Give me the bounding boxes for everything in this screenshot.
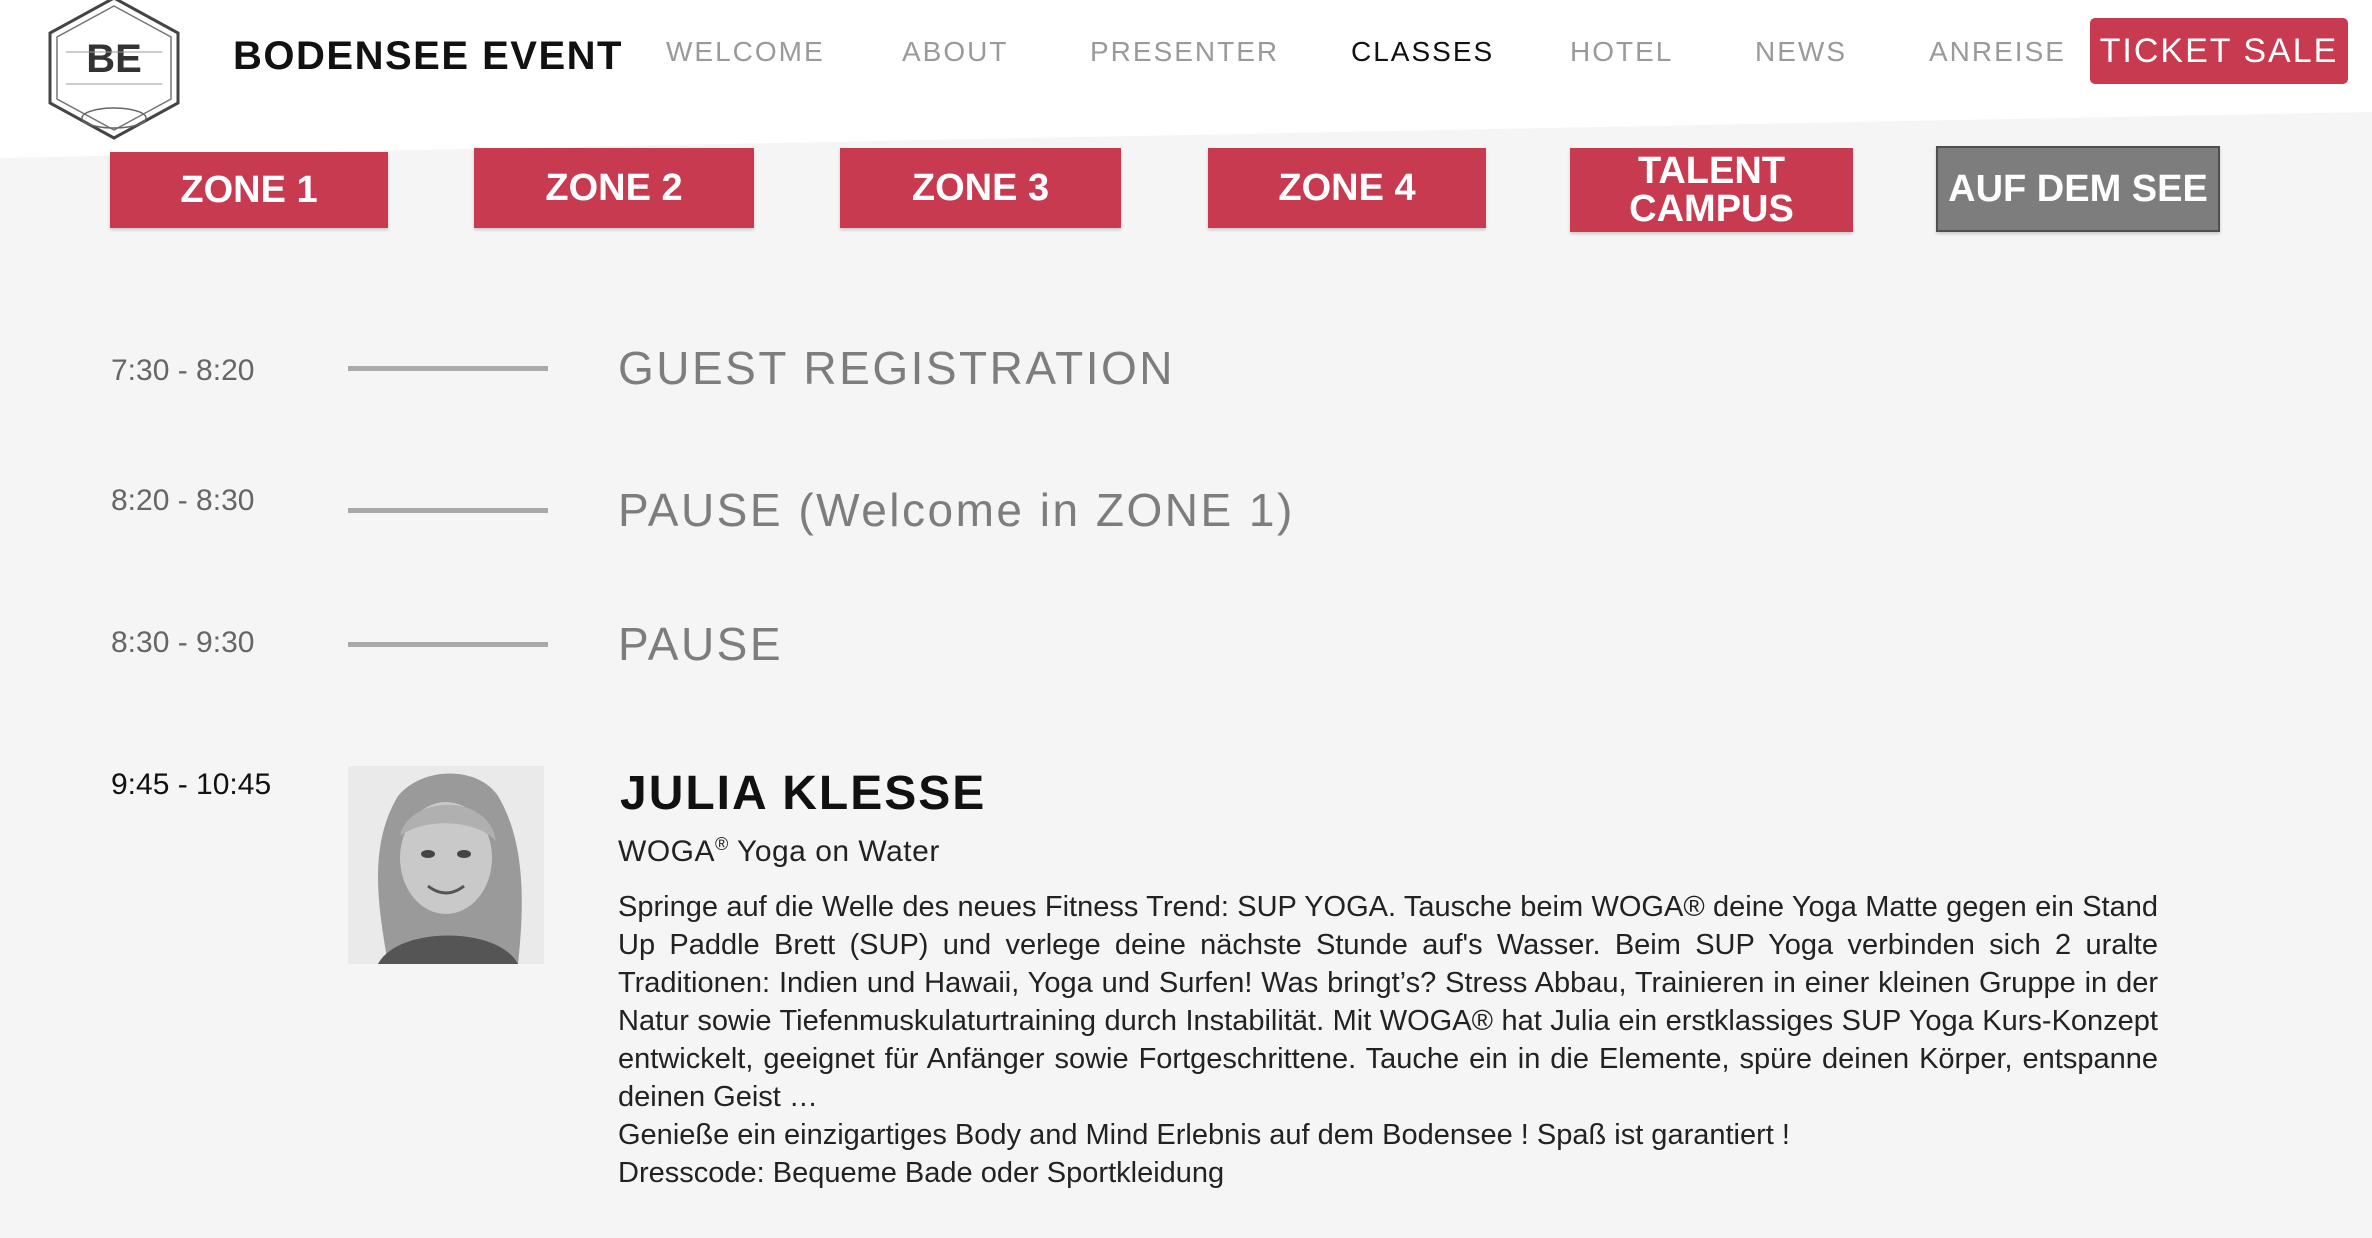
description-paragraph: Springe auf die Welle des neues Fitness … — [618, 891, 2158, 1113]
presenter-name[interactable]: JULIA KLESSE — [620, 766, 986, 821]
nav-anreise[interactable]: ANREISE — [1929, 36, 2066, 68]
time-slot: 7:30 - 8:20 — [111, 354, 255, 387]
dresscode-line: Dresscode: Bequeme Bade oder Sportkleidu… — [618, 1157, 1225, 1189]
zone-1-button[interactable]: ZONE 1 — [110, 152, 388, 228]
nav-classes[interactable]: CLASSES — [1351, 36, 1494, 68]
header-background — [0, 0, 2372, 158]
description-line: Genieße ein einzigartiges Body and Mind … — [618, 1119, 1790, 1151]
slot-title: PAUSE — [618, 618, 784, 670]
zone-4-button[interactable]: ZONE 4 — [1208, 148, 1486, 228]
presenter-portrait-icon — [348, 766, 544, 964]
logo-badge-icon: BE — [48, 0, 180, 140]
slot-title: PAUSE (Welcome in ZONE 1) — [618, 484, 1295, 536]
nav-news[interactable]: NEWS — [1755, 36, 1847, 68]
auf-dem-see-button[interactable]: AUF DEM SEE — [1936, 146, 2220, 232]
class-brand: WOGA — [618, 835, 715, 868]
slot-title: GUEST REGISTRATION — [618, 342, 1176, 394]
divider — [348, 642, 548, 647]
site-logo[interactable]: BE — [38, 0, 190, 148]
presenter-photo[interactable] — [348, 766, 544, 964]
time-slot: 8:20 - 8:30 — [111, 484, 255, 517]
divider — [348, 366, 548, 371]
zone-2-button[interactable]: ZONE 2 — [474, 148, 754, 228]
nav-presenter[interactable]: PRESENTER — [1090, 36, 1279, 68]
nav-about[interactable]: ABOUT — [902, 36, 1008, 68]
brand-name[interactable]: BODENSEE EVENT — [233, 34, 623, 79]
time-slot: 8:30 - 9:30 — [111, 626, 255, 659]
class-title-rest: Yoga on Water — [728, 835, 940, 868]
registered-mark: ® — [715, 834, 729, 854]
class-description: Springe auf die Welle des neues Fitness … — [618, 888, 2158, 1192]
nav-welcome[interactable]: WELCOME — [666, 36, 825, 68]
talent-campus-button[interactable]: TALENT CAMPUS — [1570, 148, 1853, 232]
ticket-sale-button[interactable]: TICKET SALE — [2090, 18, 2348, 84]
divider — [348, 508, 548, 513]
class-title: WOGA® Yoga on Water — [618, 834, 940, 869]
svg-text:BE: BE — [86, 37, 142, 81]
zone-3-button[interactable]: ZONE 3 — [840, 148, 1121, 228]
nav-hotel[interactable]: HOTEL — [1570, 36, 1673, 68]
session-time: 9:45 - 10:45 — [111, 768, 272, 801]
